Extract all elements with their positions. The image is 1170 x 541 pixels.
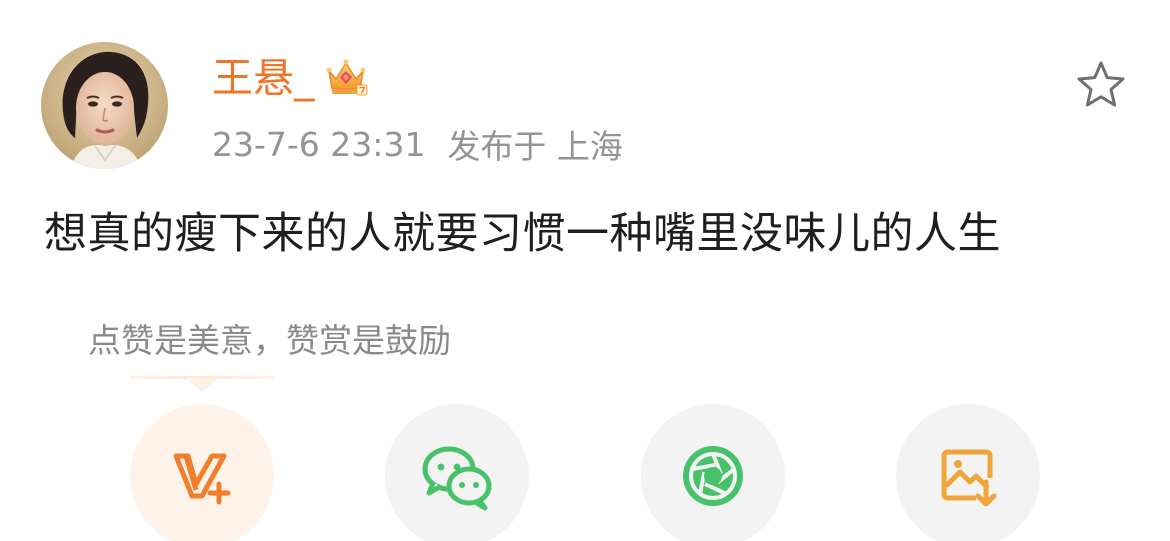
avatar[interactable] bbox=[41, 42, 168, 169]
reward-hint-pointer bbox=[186, 378, 218, 392]
post-text: 想真的瘦下来的人就要习惯一种嘴里没味儿的人生 bbox=[44, 209, 1001, 259]
wechat-share-button[interactable] bbox=[385, 404, 529, 541]
save-image-button[interactable] bbox=[896, 404, 1040, 541]
avatar-image bbox=[41, 42, 168, 169]
vplus-button[interactable] bbox=[130, 404, 274, 541]
save-image-icon bbox=[941, 449, 997, 507]
moments-share-button[interactable] bbox=[641, 404, 785, 541]
crown-badge-icon[interactable] bbox=[323, 55, 369, 101]
reward-hint: 点赞是美意，赞赏是鼓励 bbox=[88, 321, 451, 360]
post-datetime: 23-7-6 23:31 bbox=[212, 124, 426, 164]
star-outline-icon[interactable] bbox=[1074, 58, 1128, 112]
moments-icon bbox=[683, 446, 743, 506]
post-meta: 23-7-6 23:31 发布于 上海 bbox=[212, 122, 623, 167]
weibo-post-detail: 王悬_ 23-7-6 23:31 发布于 上海 想真的瘦下来的人就要习惯一种嘴里… bbox=[0, 0, 1170, 541]
vplus-icon bbox=[173, 453, 231, 505]
post-location: 发布于 上海 bbox=[447, 127, 623, 166]
author-row: 王悬_ bbox=[212, 52, 369, 104]
author-name[interactable]: 王悬_ bbox=[212, 52, 315, 104]
wechat-icon bbox=[422, 446, 492, 511]
